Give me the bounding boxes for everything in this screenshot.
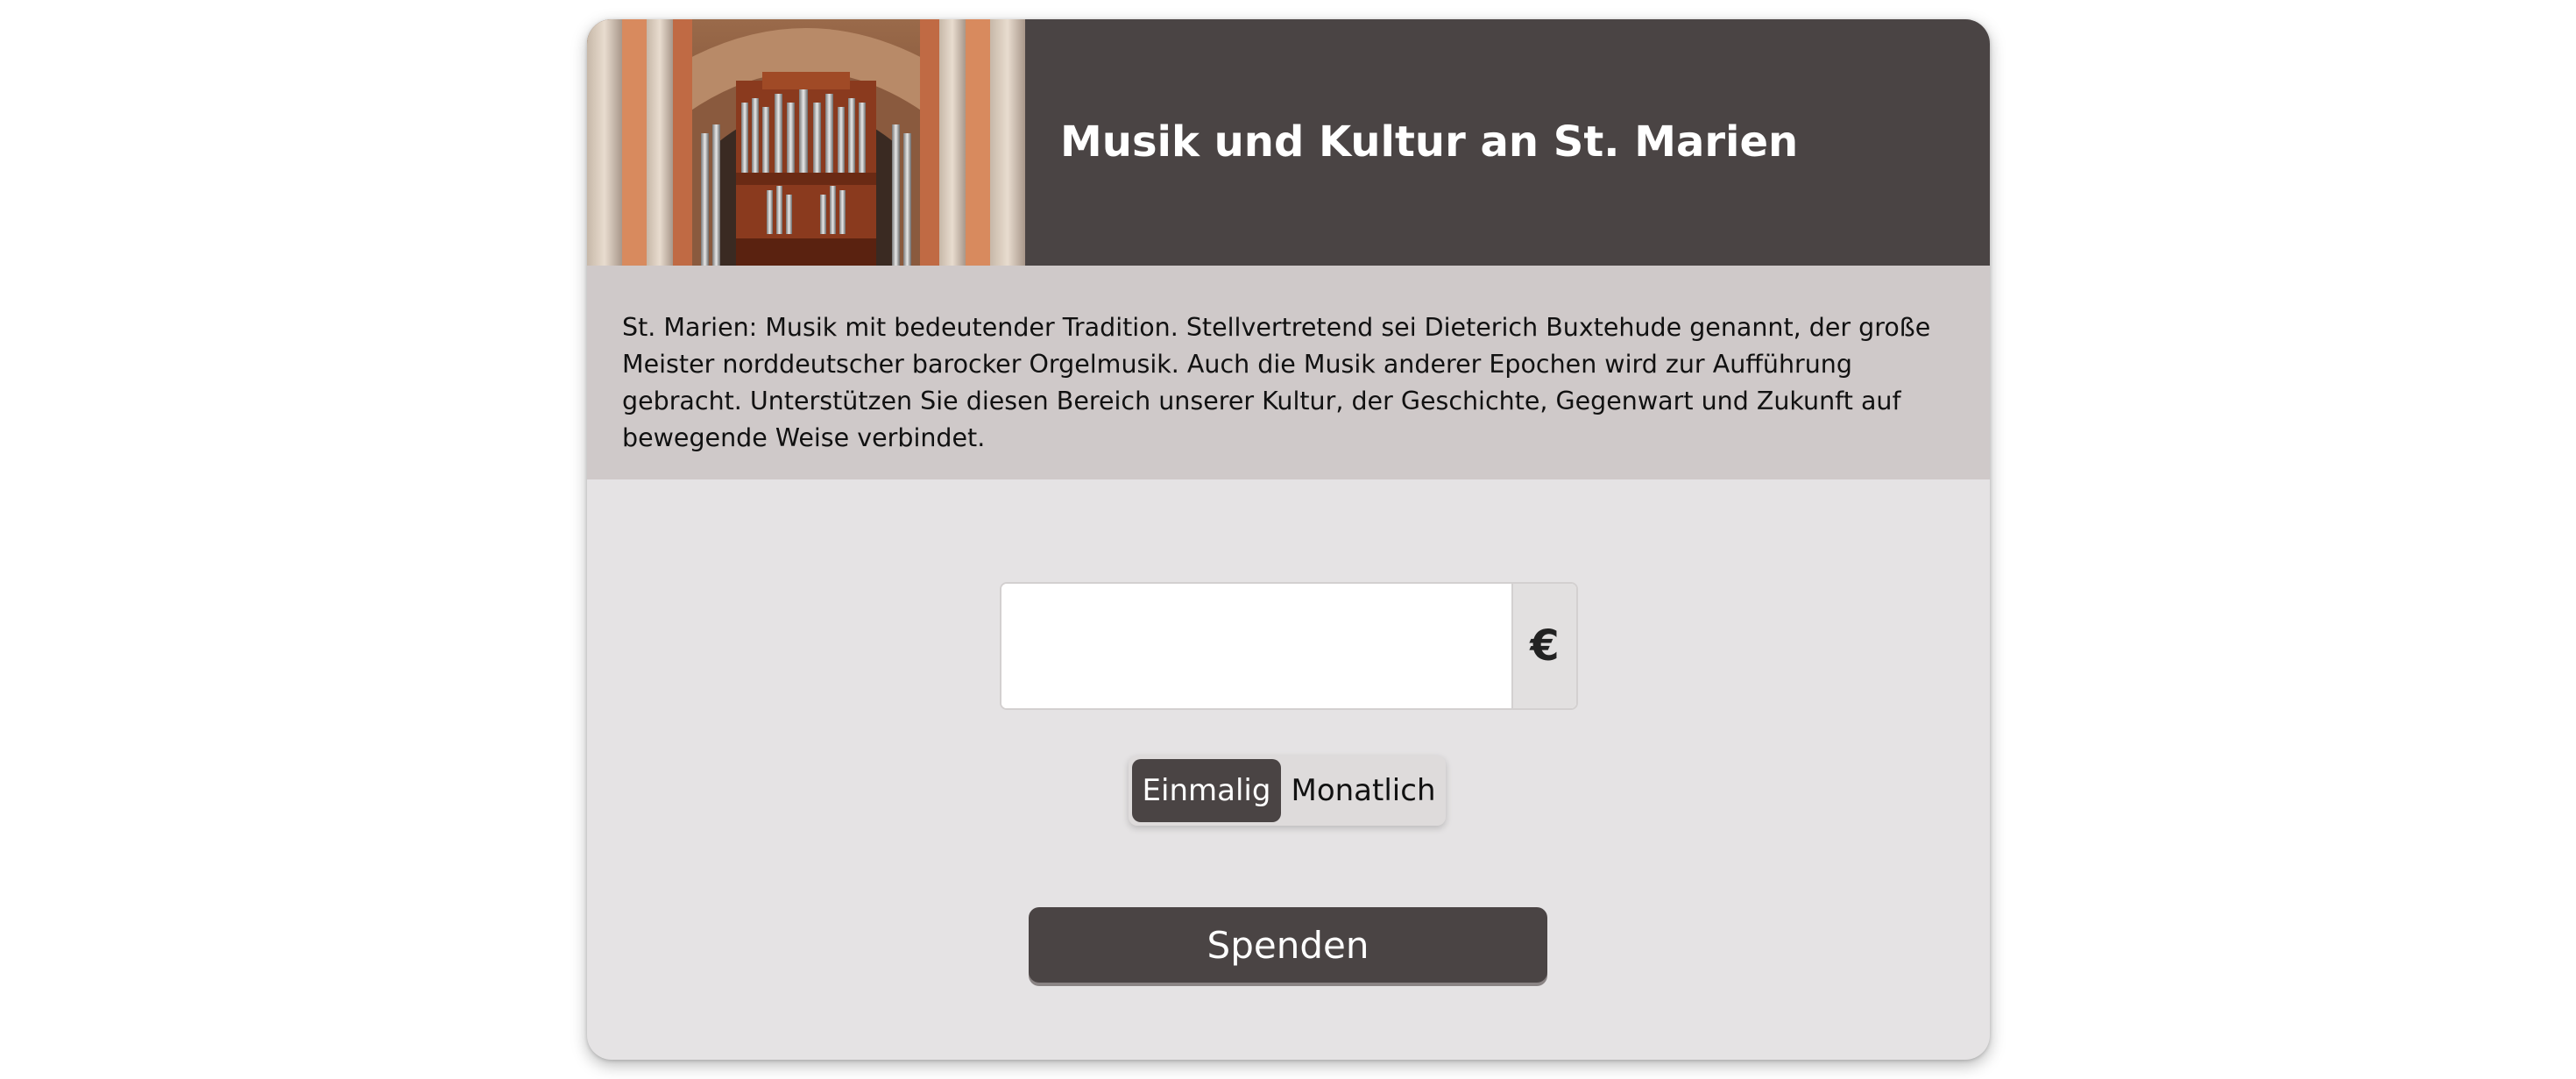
- donation-card: Musik und Kultur an St. Marien St. Marie…: [587, 19, 1990, 1060]
- description-text: St. Marien: Musik mit bedeutender Tradit…: [622, 313, 1931, 452]
- frequency-monthly-button[interactable]: Monatlich: [1284, 759, 1442, 822]
- donate-button[interactable]: Spenden: [1029, 907, 1547, 983]
- church-organ-image: [587, 19, 1025, 266]
- header: Musik und Kultur an St. Marien: [587, 19, 1990, 266]
- currency-euro-addon: €: [1511, 584, 1576, 708]
- description-panel: St. Marien: Musik mit bedeutender Tradit…: [587, 266, 1990, 479]
- frequency-toggle: Einmalig Monatlich: [1129, 756, 1446, 826]
- frequency-once-button[interactable]: Einmalig: [1132, 759, 1281, 822]
- donation-amount-input[interactable]: [1001, 584, 1511, 708]
- page-title: Musik und Kultur an St. Marien: [1060, 117, 1799, 167]
- amount-input-group: €: [1000, 582, 1578, 710]
